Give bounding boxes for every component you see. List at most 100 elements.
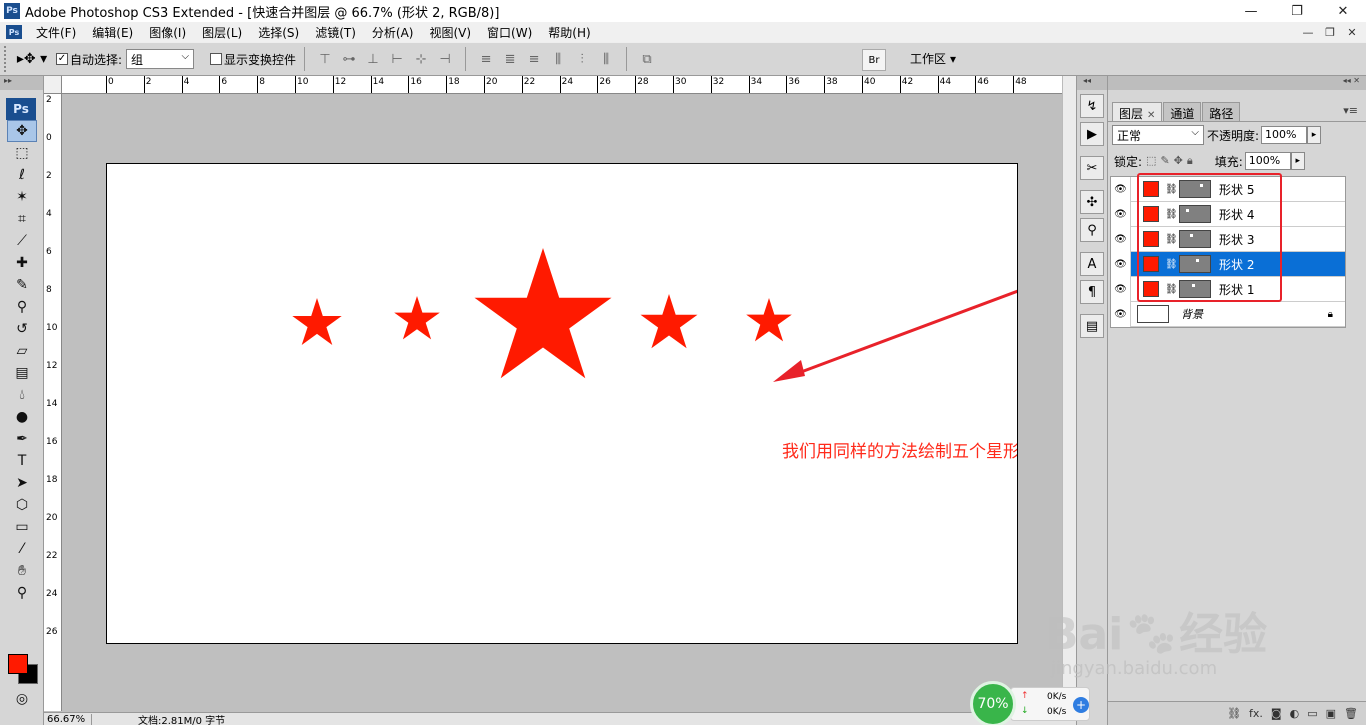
- tab-layers[interactable]: 图层 ✕: [1112, 102, 1163, 121]
- healing-brush-tool-icon[interactable]: ✚: [7, 252, 37, 274]
- layer-row-background[interactable]: 👁︎ 背景 🔒︎: [1111, 301, 1345, 327]
- menu-help[interactable]: 帮助(H): [540, 24, 598, 41]
- show-transform-checkbox[interactable]: [210, 53, 223, 65]
- menu-analysis[interactable]: 分析(A): [364, 24, 422, 41]
- menu-image[interactable]: 图像(I): [141, 24, 194, 41]
- menu-layer[interactable]: 图层(L): [194, 24, 250, 41]
- menu-edit[interactable]: 编辑(E): [84, 24, 141, 41]
- visibility-eye-icon[interactable]: 👁︎: [1111, 226, 1131, 252]
- distribute-bottom-icon[interactable]: ≡: [524, 49, 544, 69]
- menu-filter[interactable]: 滤镜(T): [307, 24, 364, 41]
- visibility-eye-icon[interactable]: 👁︎: [1111, 201, 1131, 227]
- ruler-origin[interactable]: [44, 76, 62, 94]
- document-icon[interactable]: Ps: [6, 25, 22, 39]
- auto-align-icon[interactable]: ⧉: [637, 49, 657, 69]
- character-icon[interactable]: A: [1080, 252, 1104, 276]
- auto-select-option[interactable]: ✓ 自动选择:: [56, 51, 122, 68]
- lasso-tool-icon[interactable]: ℓ: [7, 164, 37, 186]
- close-icon[interactable]: ✕: [1147, 110, 1155, 121]
- menu-select[interactable]: 选择(S): [250, 24, 307, 41]
- eraser-tool-icon[interactable]: ▱: [7, 340, 37, 362]
- tab-channels[interactable]: 通道: [1163, 102, 1202, 121]
- paragraph-icon[interactable]: ¶: [1080, 280, 1104, 304]
- horizontal-ruler[interactable]: 0 2 4 6 8 10 12 14 16 18 20 22 24 26 28 30 32 34 36 38 40 42 4…: [62, 76, 1062, 94]
- dock-header[interactable]: ◂◂: [1077, 76, 1107, 90]
- brush-tool-icon[interactable]: ✎: [7, 274, 37, 296]
- document-canvas[interactable]: 我们用同样的方法绘制五个星形: [106, 163, 1018, 644]
- maximize-button[interactable]: ❐: [1274, 0, 1320, 22]
- auto-select-checkbox[interactable]: ✓: [56, 53, 68, 65]
- lock-position-icon[interactable]: ✥: [1174, 154, 1183, 168]
- history-brush-tool-icon[interactable]: ↺: [7, 318, 37, 340]
- panel-menu-icon[interactable]: ▾≡: [1343, 104, 1358, 117]
- distribute-top-icon[interactable]: ≡: [476, 49, 496, 69]
- panel-header[interactable]: ◂◂ ✕: [1108, 76, 1366, 90]
- tools-preset-icon[interactable]: ✂: [1080, 156, 1104, 180]
- layer-comps-icon[interactable]: ▤: [1080, 314, 1104, 338]
- minimize-button[interactable]: —: [1228, 0, 1274, 22]
- distribute-vcenter-icon[interactable]: ≣: [500, 49, 520, 69]
- align-vcenter-icon[interactable]: ⊶: [339, 49, 359, 69]
- clone-stamp-tool-icon[interactable]: ⚲: [7, 296, 37, 318]
- gradient-tool-icon[interactable]: ▤: [7, 362, 37, 384]
- zoom-level[interactable]: 66.67%: [44, 713, 92, 725]
- lock-pixels-icon[interactable]: ✎: [1160, 154, 1169, 168]
- navigator-icon[interactable]: ↯: [1080, 94, 1104, 118]
- marquee-tool-icon[interactable]: ⬚: [7, 142, 37, 164]
- menu-window[interactable]: 窗口(W): [479, 24, 540, 41]
- doc-restore-button[interactable]: ❐: [1322, 24, 1338, 40]
- align-top-icon[interactable]: ⊤: [315, 49, 335, 69]
- add-icon[interactable]: +: [1073, 697, 1089, 713]
- toolbox-header[interactable]: ▸▸: [0, 76, 43, 90]
- link-layers-icon[interactable]: ⛓︎: [1227, 707, 1241, 720]
- align-left-icon[interactable]: ⊢: [387, 49, 407, 69]
- align-right-icon[interactable]: ⊣: [435, 49, 455, 69]
- add-mask-icon[interactable]: ◙: [1271, 707, 1282, 720]
- show-transform-option[interactable]: 显示变换控件: [210, 51, 296, 68]
- network-speed-widget[interactable]: ↑ 0K/s ↓ 0K/s + 70%: [970, 681, 1090, 725]
- dodge-tool-icon[interactable]: ●: [7, 406, 37, 428]
- opacity-input[interactable]: 100%: [1261, 126, 1308, 144]
- adjustment-layer-icon[interactable]: ◐: [1290, 707, 1300, 720]
- auto-select-dropdown[interactable]: 组 ⌵: [126, 49, 195, 69]
- background-thumbnail[interactable]: [1137, 305, 1169, 323]
- visibility-eye-icon[interactable]: 👁︎: [1111, 276, 1131, 302]
- clone-source-icon[interactable]: ⚲: [1080, 218, 1104, 242]
- visibility-eye-icon[interactable]: 👁︎: [1111, 251, 1131, 277]
- bridge-button[interactable]: Br: [862, 49, 886, 71]
- blur-tool-icon[interactable]: 💧︎: [7, 384, 37, 406]
- vertical-ruler[interactable]: 2 0 2 4 6 8 10 12 14 16 18 20 22 24 26: [44, 94, 62, 711]
- distribute-left-icon[interactable]: ⫼: [548, 49, 568, 69]
- fill-slider-button[interactable]: ▸: [1290, 152, 1305, 170]
- slice-tool-icon[interactable]: ⟋: [7, 230, 37, 252]
- magic-wand-tool-icon[interactable]: ✶: [7, 186, 37, 208]
- align-bottom-icon[interactable]: ⊥: [363, 49, 383, 69]
- shape-tool-icon[interactable]: ⬡: [7, 494, 37, 516]
- move-tool-preset-icon[interactable]: ▸✥ ▾: [14, 47, 50, 71]
- lock-transparent-icon[interactable]: ⬚: [1146, 154, 1156, 168]
- close-button[interactable]: ✕: [1320, 0, 1366, 22]
- quick-mask-icon[interactable]: ◎: [7, 688, 37, 710]
- path-select-tool-icon[interactable]: ➤: [7, 472, 37, 494]
- visibility-eye-icon[interactable]: 👁︎: [1111, 301, 1131, 327]
- zoom-tool-icon[interactable]: ⚲: [7, 582, 37, 604]
- tab-paths[interactable]: 路径: [1202, 102, 1241, 121]
- workspace-menu[interactable]: 工作区 ▾: [910, 50, 956, 67]
- pen-tool-icon[interactable]: ✒: [7, 428, 37, 450]
- vertical-scrollbar[interactable]: [1062, 76, 1076, 711]
- actions-icon[interactable]: ▶: [1080, 122, 1104, 146]
- crop-tool-icon[interactable]: ⌗: [7, 208, 37, 230]
- blend-mode-dropdown[interactable]: 正常 ⌵: [1112, 125, 1204, 145]
- brushes-icon[interactable]: ✣: [1080, 190, 1104, 214]
- menu-view[interactable]: 视图(V): [421, 24, 479, 41]
- notes-tool-icon[interactable]: ▭: [7, 516, 37, 538]
- options-grip[interactable]: [4, 46, 10, 72]
- visibility-eye-icon[interactable]: 👁︎: [1111, 176, 1131, 202]
- lock-all-icon[interactable]: 🔒︎: [1187, 154, 1193, 168]
- distribute-right-icon[interactable]: ⫼: [596, 49, 616, 69]
- foreground-color-swatch[interactable]: [8, 654, 28, 674]
- layer-style-icon[interactable]: fx.: [1249, 707, 1263, 720]
- new-group-icon[interactable]: ▭: [1307, 707, 1317, 720]
- eyedropper-tool-icon[interactable]: ⁄: [7, 538, 37, 560]
- menu-file[interactable]: 文件(F): [28, 24, 84, 41]
